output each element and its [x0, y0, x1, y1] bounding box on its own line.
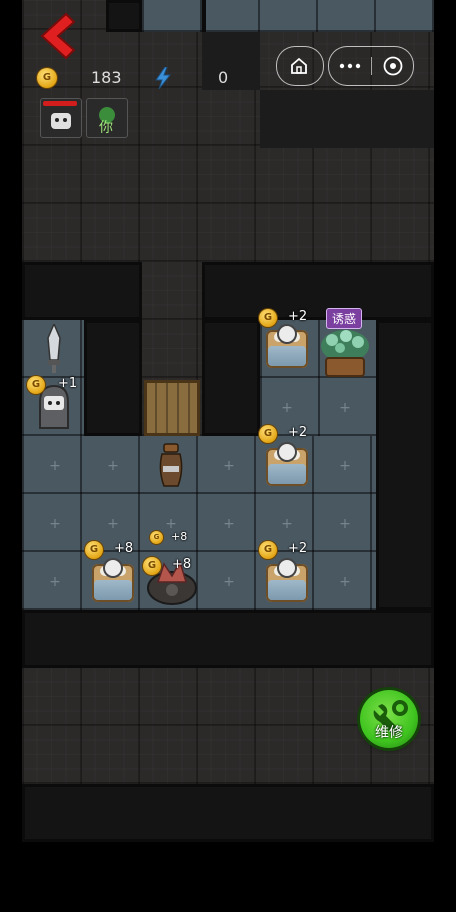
top-corridor — [202, 32, 260, 90]
more-button[interactable] — [329, 47, 369, 85]
game-map[interactable]: + + + + + + + + + + + + + + + G +1 G +2 — [22, 0, 434, 842]
coin-icon: G — [27, 376, 45, 394]
coin-icon: G — [150, 531, 163, 544]
blade-icon — [47, 322, 61, 373]
gain-label: +2 — [288, 309, 308, 324]
capsule-divider — [371, 57, 372, 75]
gain-label: +1 — [58, 376, 78, 391]
blade-turret[interactable] — [42, 322, 66, 374]
empty-slot[interactable]: + — [339, 574, 351, 590]
player-tag: 你 — [99, 120, 113, 136]
gain-label: +8 — [114, 541, 134, 556]
left-wall-block — [22, 262, 142, 320]
top-right-corridor — [260, 90, 434, 148]
back-chevron-icon — [40, 12, 76, 60]
home-button[interactable] — [276, 46, 324, 86]
more-dots-icon — [339, 63, 361, 69]
empty-slot[interactable]: + — [281, 400, 293, 416]
bed-with-sleeper[interactable] — [262, 322, 312, 370]
vase-icon — [159, 443, 183, 487]
player-avatar[interactable]: 你 — [86, 98, 128, 138]
left-room-wall — [84, 320, 142, 436]
empty-slot[interactable]: + — [339, 458, 351, 474]
empty-slot[interactable]: + — [223, 458, 235, 474]
bottom-wall-2 — [22, 784, 434, 842]
capsule-menu — [328, 46, 414, 86]
gain-label: +8 — [171, 530, 188, 543]
energy-count: 0 — [218, 68, 229, 87]
empty-slot[interactable]: + — [223, 574, 235, 590]
enemy-avatar[interactable] — [40, 98, 82, 138]
coin-icon: G — [259, 425, 277, 443]
empty-slot[interactable]: + — [107, 516, 119, 532]
coin-icon: G — [85, 541, 103, 559]
empty-slot[interactable]: + — [49, 458, 61, 474]
empty-slot[interactable]: + — [49, 516, 61, 532]
main-room — [22, 436, 376, 610]
top-room — [142, 0, 434, 32]
coin-icon: G — [259, 309, 277, 327]
right-room-wall — [376, 320, 434, 610]
bed-with-sleeper[interactable] — [262, 440, 312, 488]
ghost-face-icon — [51, 113, 71, 129]
plant-decoration[interactable] — [318, 326, 372, 378]
empty-slot[interactable]: + — [49, 574, 61, 590]
plant-icon — [321, 330, 369, 377]
repair-button[interactable]: 维修 — [360, 690, 418, 748]
vase-item[interactable] — [156, 442, 186, 488]
empty-slot[interactable]: + — [223, 516, 235, 532]
bottom-wall — [22, 610, 434, 668]
empty-slot[interactable]: + — [107, 458, 119, 474]
plant-badge-label: 诱惑 — [332, 312, 357, 326]
close-button[interactable] — [373, 47, 413, 85]
health-bar — [43, 101, 77, 106]
empty-slot[interactable]: + — [339, 516, 351, 532]
coin-icon: G — [143, 557, 161, 575]
top-room-wall — [202, 0, 206, 32]
center-room-wall — [202, 320, 260, 436]
repair-label: 维修 — [375, 725, 403, 741]
close-circle-icon — [383, 56, 403, 76]
top-wall — [106, 0, 142, 32]
gain-label: +2 — [288, 541, 308, 556]
home-icon — [291, 57, 307, 74]
lightning-icon — [155, 67, 172, 89]
empty-slot[interactable]: + — [281, 516, 293, 532]
back-button[interactable] — [38, 10, 78, 62]
room-door[interactable] — [144, 380, 200, 436]
gain-label: +2 — [288, 425, 308, 440]
coin-count: 183 — [91, 68, 122, 87]
plant-badge: 诱惑 — [326, 308, 363, 329]
gain-label: +8 — [172, 557, 192, 572]
coin-icon: G — [259, 541, 277, 559]
bed-with-sleeper[interactable] — [88, 556, 138, 604]
empty-slot[interactable]: + — [339, 400, 351, 416]
bed-with-sleeper[interactable] — [262, 556, 312, 604]
center-wall-block — [202, 262, 434, 320]
coin-icon: G — [37, 68, 57, 88]
